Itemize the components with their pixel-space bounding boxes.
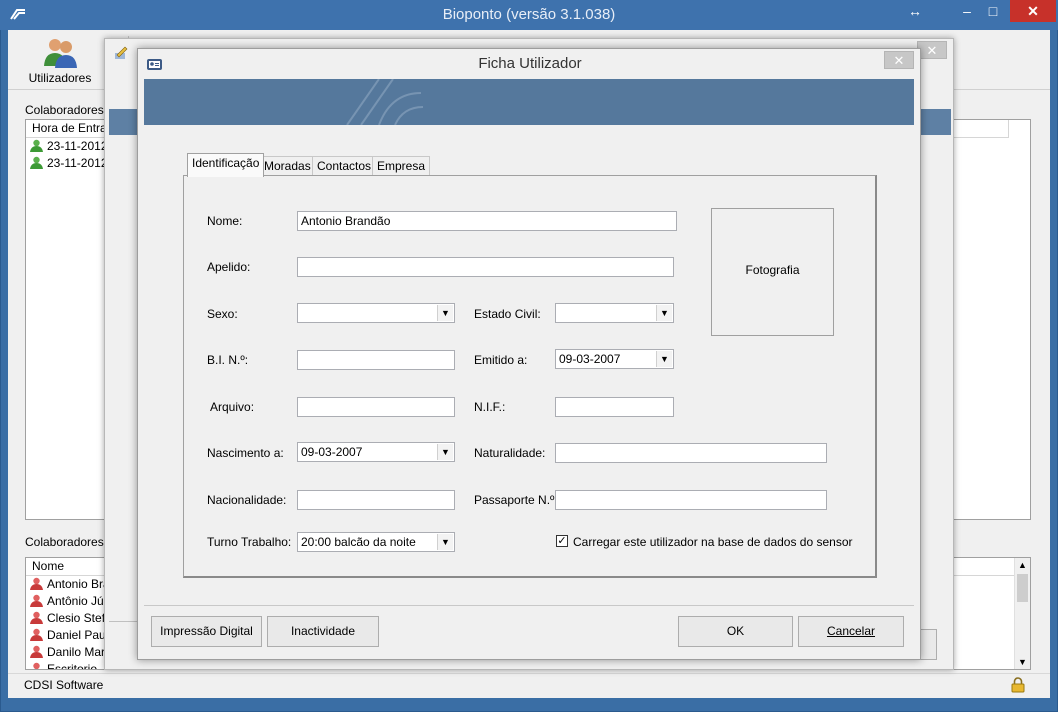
user-red-icon (30, 628, 43, 641)
tab-empresa[interactable]: Empresa (372, 156, 431, 176)
colaboradores-em-label: Colaboradores e (25, 103, 114, 117)
nacionalidade-label: Nacionalidade: (207, 493, 287, 507)
entries-list[interactable]: Hora de Entrad 23-11-2012 23-11-2012 (25, 119, 115, 520)
tab-moradas[interactable]: Moradas (259, 156, 316, 176)
list-item[interactable]: Danilo Marin (26, 644, 114, 661)
user-green-icon (30, 139, 43, 152)
emitido-date-picker[interactable]: 09-03-2007 ▼ (555, 349, 674, 369)
user-red-icon (30, 611, 43, 624)
sexo-select[interactable]: ▼ (297, 303, 455, 323)
list-item[interactable]: 23-11-2012 (26, 138, 114, 155)
sexo-label: Sexo: (207, 307, 238, 321)
user-red-icon (33, 662, 40, 669)
list-item[interactable]: Antonio Bran (26, 576, 114, 593)
list-item[interactable]: Escritorio (26, 661, 114, 669)
scroll-down-icon[interactable]: ▼ (1015, 655, 1030, 669)
list-item[interactable]: Antônio Júlio (26, 593, 114, 610)
apelido-label: Apelido: (207, 260, 251, 274)
estado-civil-select[interactable]: ▼ (555, 303, 674, 323)
background-banner (917, 109, 951, 135)
nascimento-label: Nascimento a: (207, 446, 284, 460)
sensor-checkbox-label[interactable]: Carregar este utilizador na base de dado… (573, 535, 853, 549)
naturalidade-input[interactable] (555, 443, 827, 463)
apelido-input[interactable] (297, 257, 674, 277)
turno-select[interactable]: 20:00 balcão da noite ▼ (297, 532, 455, 552)
arquivo-input[interactable] (297, 397, 455, 417)
dialog-title: Ficha Utilizador (478, 55, 582, 72)
nome-label: Nome: (207, 214, 243, 228)
nacionalidade-input[interactable] (297, 490, 455, 510)
user-red-icon (30, 577, 43, 590)
nif-label: N.I.F.: (474, 400, 506, 414)
list-item[interactable]: Daniel Paulo (26, 627, 114, 644)
bi-input[interactable] (297, 350, 455, 370)
entries-header[interactable]: Hora de Entrad (26, 120, 114, 138)
emitido-value: 09-03-2007 (559, 352, 621, 366)
chevron-down-icon[interactable]: ▼ (437, 305, 453, 321)
status-text: CDSI Software (24, 678, 104, 692)
naturalidade-label: Naturalidade: (474, 446, 546, 460)
dialog-close-button[interactable]: ✕ (884, 51, 914, 69)
main-titlebar: Bioponto (versão 3.1.038) ↔ – □ ✕ (0, 0, 1058, 30)
users-icon (44, 39, 77, 68)
move-icon[interactable]: ↔ (900, 0, 930, 22)
right-list-top[interactable] (952, 119, 1031, 520)
chevron-down-icon[interactable]: ▼ (656, 305, 672, 321)
cancelar-button[interactable]: Cancelar (798, 616, 904, 647)
utilizadores-button[interactable]: Utilizadores (26, 36, 94, 88)
dialog-banner (144, 79, 914, 125)
nif-input[interactable] (555, 397, 674, 417)
turno-value: 20:00 balcão da noite (301, 535, 416, 549)
turno-label: Turno Trabalho: (207, 535, 292, 549)
names-header[interactable]: Nome (26, 558, 114, 576)
lock-icon (1011, 677, 1025, 693)
tab-contactos[interactable]: Contactos (312, 156, 377, 176)
user-green-icon (30, 156, 43, 169)
status-bar: CDSI Software (8, 673, 1050, 698)
chevron-down-icon[interactable]: ▼ (437, 534, 453, 550)
estado-civil-label: Estado Civil: (474, 307, 541, 321)
emitido-label: Emitido a: (474, 353, 528, 367)
scrollbar[interactable]: ▲ ▼ (1014, 558, 1030, 669)
list-item[interactable]: Clesio Stefa (26, 610, 114, 627)
tab-identificacao[interactable]: Identificação (187, 153, 265, 177)
ok-button[interactable]: OK (678, 616, 793, 647)
edit-icon (115, 46, 128, 59)
right-list-bottom[interactable]: ▲ ▼ (952, 557, 1031, 670)
utilizadores-label: Utilizadores (28, 71, 92, 85)
divider (144, 605, 914, 606)
nascimento-date-picker[interactable]: 09-03-2007 ▼ (297, 442, 455, 462)
right-list-header[interactable] (953, 120, 1009, 138)
names-list[interactable]: Nome Antonio Bran Antônio Júlio Clesio S… (25, 557, 115, 670)
arquivo-label: Arquivo: (210, 400, 255, 414)
photo-box[interactable]: Fotografia (711, 208, 834, 336)
maximize-button[interactable]: □ (978, 0, 1008, 22)
sensor-checkbox[interactable]: ✓ (556, 535, 568, 547)
photo-label: Fotografia (745, 263, 800, 277)
close-button[interactable]: ✕ (1010, 0, 1056, 22)
chevron-down-icon[interactable]: ▼ (656, 351, 672, 367)
watermark-logo-icon (346, 79, 424, 125)
right-list-header[interactable] (953, 558, 1015, 576)
scroll-up-icon[interactable]: ▲ (1015, 558, 1030, 572)
impressao-digital-button[interactable]: Impressão Digital (151, 616, 262, 647)
inactividade-button[interactable]: Inactividade (267, 616, 379, 647)
user-red-icon (30, 594, 43, 607)
bi-label: B.I. N.º: (207, 353, 249, 367)
list-item[interactable]: 23-11-2012 (26, 155, 114, 172)
passaporte-input[interactable] (555, 490, 827, 510)
passaporte-label: Passaporte N.º: (474, 493, 558, 507)
chevron-down-icon[interactable]: ▼ (437, 444, 453, 460)
user-red-icon (30, 645, 43, 658)
nome-input[interactable]: Antonio Brandão (297, 211, 677, 231)
scroll-thumb[interactable] (1017, 574, 1028, 602)
nascimento-value: 09-03-2007 (301, 445, 363, 459)
